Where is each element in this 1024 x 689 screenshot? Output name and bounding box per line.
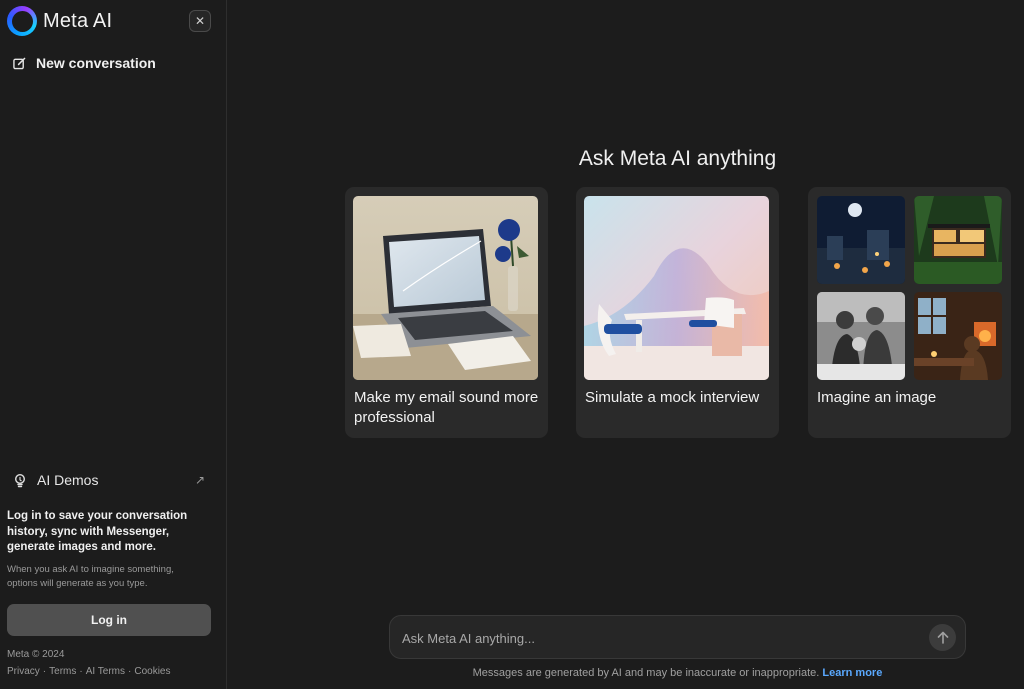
new-conversation-label: New conversation (36, 55, 156, 71)
card-image-family-bw (817, 292, 905, 380)
learn-more-link[interactable]: Learn more (822, 667, 882, 679)
card-label: Simulate a mock interview (585, 389, 760, 406)
card-image-grid (817, 196, 1002, 380)
brand-name: Meta AI (43, 9, 113, 32)
message-composer (389, 615, 966, 659)
separator: · (79, 666, 83, 677)
new-conversation-button[interactable]: New conversation (13, 55, 156, 71)
card-label: Make my email sound more professional (354, 389, 539, 426)
login-prompt-subtitle: When you ask AI to imagine something, op… (7, 564, 174, 589)
close-icon: ✕ (194, 14, 206, 28)
separator: · (42, 666, 47, 677)
privacy-link[interactable]: Privacy (7, 666, 40, 677)
suggestion-card-email[interactable]: Make my email sound more professional (345, 187, 548, 438)
footer-links: Privacy · Terms · AI Terms · Cookies (7, 666, 170, 677)
cookies-link[interactable]: Cookies (134, 666, 170, 677)
arrow-up-icon (937, 631, 948, 644)
sidebar: Meta AI ✕ New conversation AI Demos ↗ Lo… (0, 0, 227, 689)
suggestion-card-interview[interactable]: Simulate a mock interview (576, 187, 779, 438)
page-title: Ask Meta AI anything (578, 147, 777, 170)
separator: · (128, 666, 132, 677)
login-button[interactable]: Log in (7, 604, 211, 636)
meta-ai-logo-icon (7, 6, 37, 36)
ai-demos-link[interactable]: AI Demos ↗ (13, 472, 205, 488)
login-prompt-title: Log in to save your conversation history… (7, 510, 188, 553)
disclaimer: Messages are generated by AI and may be … (389, 667, 966, 679)
terms-link[interactable]: Terms (49, 666, 76, 677)
edit-icon (13, 57, 26, 69)
close-sidebar-button[interactable]: ✕ (189, 10, 211, 32)
arrow-up-right-icon: ↗ (194, 473, 205, 487)
lightbulb-icon (14, 473, 26, 487)
card-label: Imagine an image (817, 389, 937, 406)
card-image-cabin-bear (914, 292, 1002, 380)
card-image-desk (584, 196, 769, 380)
message-input[interactable] (402, 627, 922, 649)
send-button[interactable] (929, 624, 956, 651)
disclaimer-text: Messages are generated by AI and may be … (472, 667, 820, 679)
copyright: Meta © 2024 (7, 649, 65, 660)
ai-demos-label: AI Demos (37, 472, 99, 488)
card-image-glass-house (914, 196, 1002, 284)
card-image-fantasy-night (817, 196, 905, 284)
ai-terms-link[interactable]: AI Terms (86, 666, 125, 677)
brand[interactable]: Meta AI (7, 6, 112, 36)
suggestion-card-imagine[interactable]: Imagine an image (808, 187, 1011, 438)
card-image-laptop (353, 196, 538, 380)
